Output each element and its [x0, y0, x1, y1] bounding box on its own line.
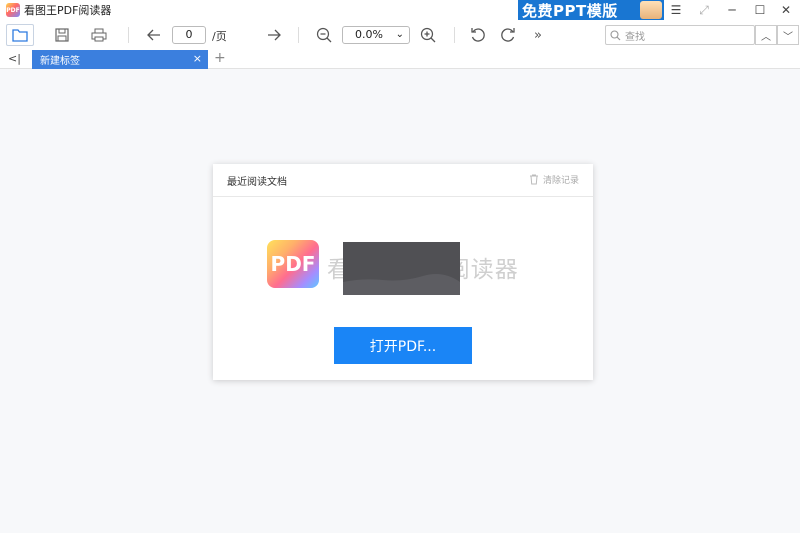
rotate-ccw-icon	[471, 28, 485, 42]
more-tools-button[interactable]: »	[530, 24, 546, 46]
thumbs-up-icon	[640, 1, 662, 19]
save-icon	[55, 28, 69, 42]
page-suffix-label: /页	[212, 30, 227, 43]
rotate-right-button[interactable]	[498, 24, 518, 46]
tab-new[interactable]: 新建标签 ×	[32, 50, 208, 69]
open-folder-button[interactable]	[6, 24, 34, 46]
ad-banner-text: 免费PPT模版	[522, 1, 618, 20]
arrow-left-icon	[147, 29, 160, 41]
open-pdf-button[interactable]: 打开PDF...	[334, 327, 472, 364]
rotate-cw-icon	[501, 28, 515, 42]
toolbar-separator	[128, 27, 129, 43]
brand-logo-icon: PDF	[267, 240, 319, 288]
search-input[interactable]: 查找	[605, 25, 755, 45]
zoom-level-select[interactable]: 0.0% ⌄	[342, 26, 410, 44]
fullscreen-button[interactable]: ⤢	[690, 0, 718, 20]
zoom-level-value: 0.0%	[355, 28, 383, 41]
toolbar-separator	[298, 27, 299, 43]
minimize-button[interactable]: ─	[718, 0, 746, 20]
page-number-input[interactable]: 0	[172, 26, 206, 44]
clear-history-button[interactable]: 清除记录	[529, 173, 579, 186]
search-icon	[610, 29, 621, 40]
maximize-button[interactable]: ☐	[746, 0, 774, 20]
clear-history-label: 清除记录	[542, 176, 579, 186]
printer-icon	[91, 28, 107, 42]
chevron-up-icon: ︿	[761, 31, 771, 43]
search-placeholder: 查找	[625, 31, 645, 43]
redaction-block	[343, 242, 460, 295]
search-previous-button[interactable]: ︿	[755, 25, 777, 45]
tab-bar: <| 新建标签 × +	[0, 50, 800, 69]
zoom-out-icon	[316, 27, 332, 43]
collapse-sidebar-button[interactable]: <|	[8, 52, 21, 65]
toolbar: 0 /页 0.0% ⌄ » 查找 ︿ ﹀	[0, 20, 800, 50]
rotate-left-button[interactable]	[468, 24, 488, 46]
arrow-right-icon	[268, 29, 281, 41]
menu-button[interactable]: ☰	[662, 0, 690, 20]
chevron-down-icon: ﹀	[783, 31, 793, 43]
card-title: 最近阅读文档	[227, 176, 287, 188]
toolbar-separator	[454, 27, 455, 43]
trash-icon	[529, 174, 538, 185]
redaction-texture	[343, 274, 460, 295]
app-logo-icon: PDF	[6, 3, 20, 17]
zoom-in-button[interactable]	[418, 24, 438, 46]
previous-page-button[interactable]	[144, 24, 164, 46]
search-next-button[interactable]: ﹀	[777, 25, 799, 45]
print-button[interactable]	[88, 24, 110, 46]
title-bar: PDF 看图王PDF阅读器 免费PPT模版 ☰ ⤢ ─ ☐ ✕	[0, 0, 800, 20]
save-button[interactable]	[52, 24, 72, 46]
zoom-in-icon	[420, 27, 436, 43]
close-tab-icon[interactable]: ×	[193, 52, 202, 65]
close-button[interactable]: ✕	[772, 0, 800, 20]
recent-documents-card: 最近阅读文档 清除记录 PDF 看图王PDF阅读器 打开PDF...	[213, 164, 593, 380]
next-page-button[interactable]	[264, 24, 284, 46]
chevron-down-icon: ⌄	[395, 29, 404, 40]
zoom-out-button[interactable]	[314, 24, 334, 46]
app-title: 看图王PDF阅读器	[24, 4, 112, 17]
tab-label: 新建标签	[40, 56, 80, 67]
ad-banner[interactable]: 免费PPT模版	[518, 0, 664, 20]
folder-icon	[12, 29, 28, 42]
card-header: 最近阅读文档 清除记录	[213, 164, 593, 197]
add-tab-button[interactable]: +	[214, 50, 226, 66]
